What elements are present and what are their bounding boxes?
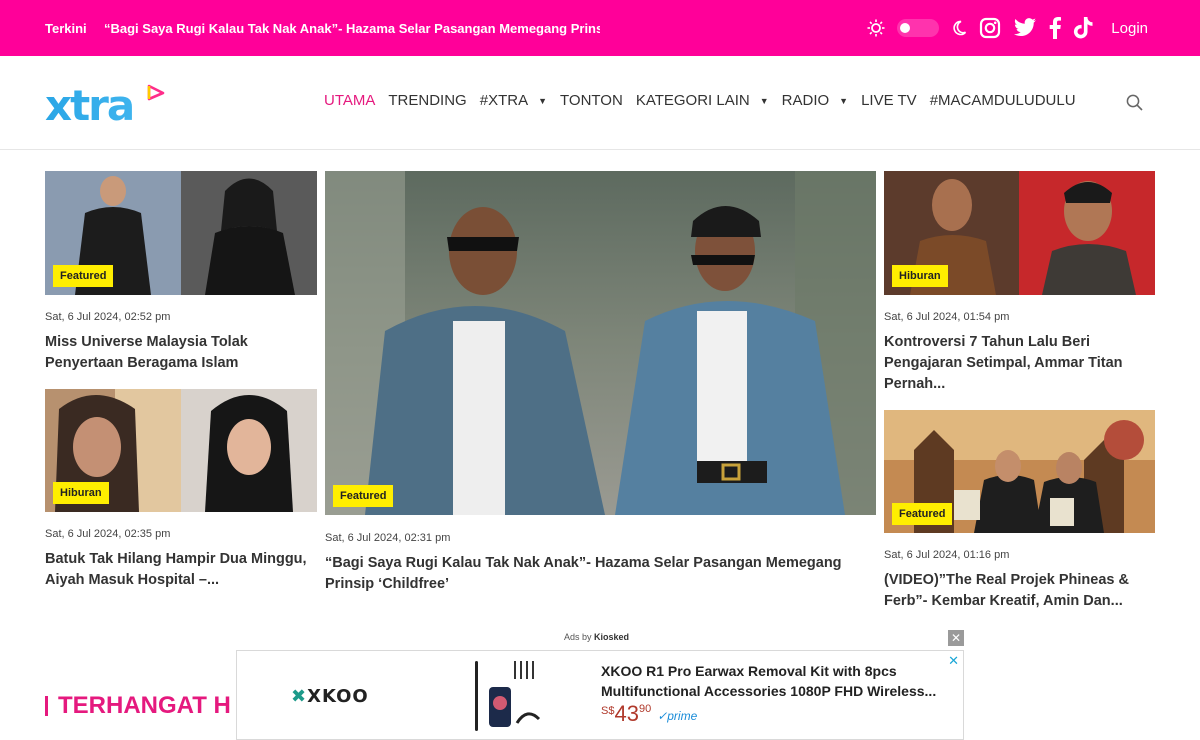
nav-item-live-tv[interactable]: LIVE TV	[861, 92, 917, 109]
price-currency: S$	[601, 705, 615, 717]
price-cents: 90	[638, 703, 652, 715]
sun-icon[interactable]	[867, 19, 885, 37]
ad-product-image	[469, 657, 549, 735]
nav-item-utama[interactable]: UTAMA	[324, 92, 375, 109]
chevron-down-icon: ▼	[538, 95, 548, 106]
article-thumbnail[interactable]: Hiburan	[45, 389, 317, 512]
article-date: Sat, 6 Jul 2024, 01:54 pm	[884, 311, 1010, 323]
nav-label: TRENDING	[388, 92, 467, 109]
prime-badge: ✓prime	[657, 709, 698, 723]
article-date: Sat, 6 Jul 2024, 02:31 pm	[325, 532, 451, 544]
article-title[interactable]: Batuk Tak Hilang Hampir Dua Minggu, Aiya…	[45, 549, 317, 591]
nav-item-xtra[interactable]: #XTRA ▼	[480, 92, 547, 109]
main-nav: UTAMA TRENDING #XTRA ▼ TONTON KATEGORI LA…	[324, 92, 1089, 109]
ad-product-title[interactable]: XKOO R1 Pro Earwax Removal Kit with 8pcs…	[601, 661, 951, 701]
article-date: Sat, 6 Jul 2024, 02:52 pm	[45, 311, 171, 323]
category-badge: Hiburan	[53, 482, 109, 504]
twitter-icon[interactable]	[1013, 18, 1037, 38]
article-title[interactable]: “Bagi Saya Rugi Kalau Tak Nak Anak”- Haz…	[325, 553, 876, 595]
section-heading: TERHANGAT H	[45, 692, 231, 720]
nav-item-tonton[interactable]: TONTON	[560, 92, 623, 109]
section-accent-bar	[45, 696, 48, 716]
featured-article-card[interactable]: Featured Sat, 6 Jul 2024, 02:31 pm “Bagi…	[325, 171, 876, 595]
search-icon[interactable]	[1126, 94, 1143, 116]
nav-item-kategori-lain[interactable]: KATEGORI LAIN ▼	[636, 92, 769, 109]
xkoo-mark-icon: ✖	[291, 686, 308, 707]
latest-label: Terkini	[45, 21, 87, 36]
article-thumbnail[interactable]: Hiburan	[884, 171, 1155, 295]
article-thumbnail[interactable]: Featured	[45, 171, 317, 295]
article-date: Sat, 6 Jul 2024, 02:35 pm	[45, 528, 171, 540]
nav-label: UTAMA	[324, 92, 376, 109]
article-title[interactable]: Kontroversi 7 Tahun Lalu Beri Pengajaran…	[884, 332, 1155, 395]
nav-label: TONTON	[560, 92, 623, 109]
theme-toggle[interactable]	[897, 19, 940, 37]
nav-item-macamduludulu[interactable]: #MACAMDULUDULU	[930, 92, 1076, 109]
ad-price: S$ 43 90 ✓prime	[601, 701, 697, 727]
ad-brand-name: XKOO	[307, 686, 369, 707]
facebook-icon[interactable]	[1049, 17, 1062, 39]
ads-by-label: Ads by Kiosked	[564, 632, 629, 642]
nav-item-trending[interactable]: TRENDING	[388, 92, 466, 109]
moon-icon[interactable]	[951, 20, 967, 36]
close-icon[interactable]: ✕	[948, 630, 964, 646]
article-card[interactable]: Featured Sat, 6 Jul 2024, 02:52 pm Miss …	[45, 171, 317, 374]
toggle-knob	[900, 23, 911, 33]
login-link[interactable]: Login	[1111, 20, 1148, 37]
chevron-down-icon: ▼	[759, 95, 769, 106]
top-bar: Terkini “Bagi Saya Rugi Kalau Tak Nak An…	[0, 0, 1200, 56]
nav-label: LIVE TV	[861, 92, 917, 109]
nav-label: #XTRA	[479, 92, 529, 109]
category-badge: Featured	[892, 503, 953, 525]
main-header: xtra UTAMA TRENDING #XTRA ▼ TONTON KATEGO…	[0, 56, 1200, 150]
article-title[interactable]: (VIDEO)”The Real Projek Phineas & Ferb”-…	[884, 570, 1155, 612]
price-amount: 43	[614, 701, 639, 726]
chevron-down-icon: ▼	[839, 95, 849, 106]
nav-label: RADIO	[781, 92, 830, 109]
section-title: TERHANGAT H	[58, 692, 231, 719]
article-thumbnail[interactable]: Featured	[884, 410, 1155, 533]
instagram-icon[interactable]	[979, 17, 1001, 39]
article-card[interactable]: Featured Sat, 6 Jul 2024, 01:16 pm (VIDE…	[884, 410, 1155, 612]
nav-label: KATEGORI LAIN	[635, 92, 750, 109]
svg-text:xtra: xtra	[45, 82, 133, 128]
advertisement-banner[interactable]: ✕ ✖XKOO XKOO R1 Pro Earwax Removal Kit w…	[236, 650, 964, 740]
category-badge: Featured	[53, 265, 114, 287]
tiktok-icon[interactable]	[1073, 17, 1093, 39]
ads-by-prefix: Ads by	[564, 632, 592, 642]
xtra-logo[interactable]: xtra	[45, 81, 170, 133]
featured-thumbnail[interactable]: Featured	[325, 171, 876, 515]
article-card[interactable]: Hiburan Sat, 6 Jul 2024, 01:54 pm Kontro…	[884, 171, 1155, 395]
news-ticker[interactable]: “Bagi Saya Rugi Kalau Tak Nak Anak”- Haz…	[104, 21, 600, 36]
nav-item-radio[interactable]: RADIO ▼	[782, 92, 848, 109]
nav-label: #MACAMDULUDULU	[929, 92, 1076, 109]
article-date: Sat, 6 Jul 2024, 01:16 pm	[884, 549, 1010, 561]
ads-by-brand: Kiosked	[594, 632, 630, 642]
topbar-actions: Login	[867, 12, 1148, 44]
category-badge: Featured	[333, 485, 394, 507]
ad-brand-logo: ✖XKOO	[291, 686, 369, 707]
article-title[interactable]: Miss Universe Malaysia Tolak Penyertaan …	[45, 332, 317, 374]
article-card[interactable]: Hiburan Sat, 6 Jul 2024, 02:35 pm Batuk …	[45, 389, 317, 591]
category-badge: Hiburan	[892, 265, 948, 287]
